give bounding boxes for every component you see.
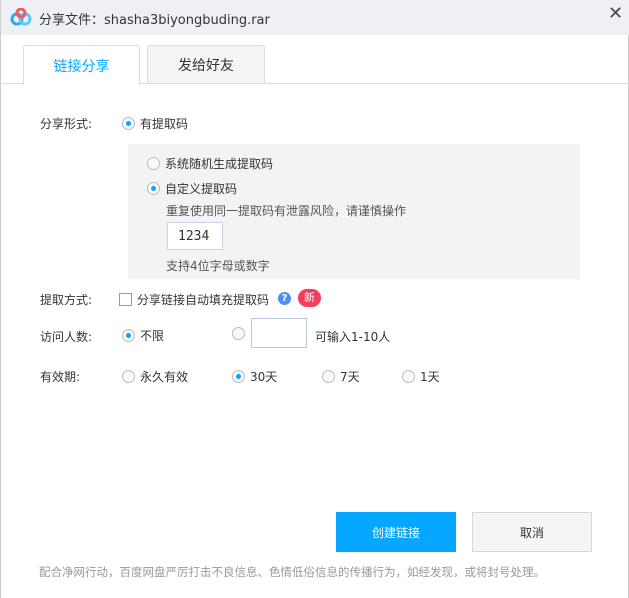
radio-limited[interactable] [232,327,250,340]
tab-divider [140,83,629,84]
radio-label: 1天 [420,370,440,384]
title-bar: 分享文件：shasha3biyongbuding.rar ✕ [1,0,629,35]
window-title: 分享文件：shasha3biyongbuding.rar [39,13,270,28]
radio-validity-forever[interactable]: 永久有效 [122,368,188,385]
tab-divider [1,83,23,84]
code-hint: 支持4位字母或数字 [166,259,270,273]
share-form-label: 分享形式: [40,117,93,131]
new-badge: 新 [298,289,321,307]
close-icon[interactable]: ✕ [608,3,623,24]
visitor-count-input[interactable] [251,318,307,348]
radio-label: 永久有效 [140,370,189,384]
radio-validity-30d[interactable]: 30天 [232,368,277,385]
radio-label: 系统随机生成提取码 [165,157,274,171]
help-icon[interactable]: ? [278,292,291,305]
radio-unlimited[interactable]: 不限 [122,327,164,344]
cancel-button[interactable]: 取消 [472,512,592,552]
checkbox-label: 分享链接自动填充提取码 [137,293,270,307]
radio-with-code[interactable]: 有提取码 [122,115,188,132]
code-options-panel: 系统随机生成提取码 自定义提取码 重复使用同一提取码有泄露风险，请谨慎操作 12… [128,144,580,279]
radio-icon [122,117,135,130]
tab-send-friend[interactable]: 发给好友 [147,45,265,84]
radio-label: 30天 [250,370,278,384]
radio-label: 不限 [140,329,165,343]
radio-random-code[interactable]: 系统随机生成提取码 [147,155,273,172]
radio-label: 自定义提取码 [165,182,238,196]
create-link-button[interactable]: 创建链接 [336,512,456,552]
baidu-netdisk-logo-icon [10,8,32,26]
radio-validity-1d[interactable]: 1天 [402,368,440,385]
code-input[interactable]: 1234 [167,222,223,250]
validity-label: 有效期: [40,370,81,384]
footer-notice: 配合净网行动，百度网盘严厉打击不良信息、色情低俗信息的传播行为，如经发现，或将封… [39,565,545,579]
radio-label: 7天 [340,370,360,384]
tab-link-share[interactable]: 链接分享 [23,45,140,85]
risk-warning: 重复使用同一提取码有泄露风险，请谨慎操作 [166,204,407,218]
radio-label: 有提取码 [140,117,189,131]
autofill-checkbox[interactable]: 分享链接自动填充提取码 [119,291,269,308]
visitors-label: 访问人数: [40,330,93,344]
visitor-hint: 可输入1-10人 [315,330,391,344]
radio-custom-code[interactable]: 自定义提取码 [147,180,237,197]
radio-validity-7d[interactable]: 7天 [322,368,360,385]
extract-method-label: 提取方式: [40,293,93,307]
